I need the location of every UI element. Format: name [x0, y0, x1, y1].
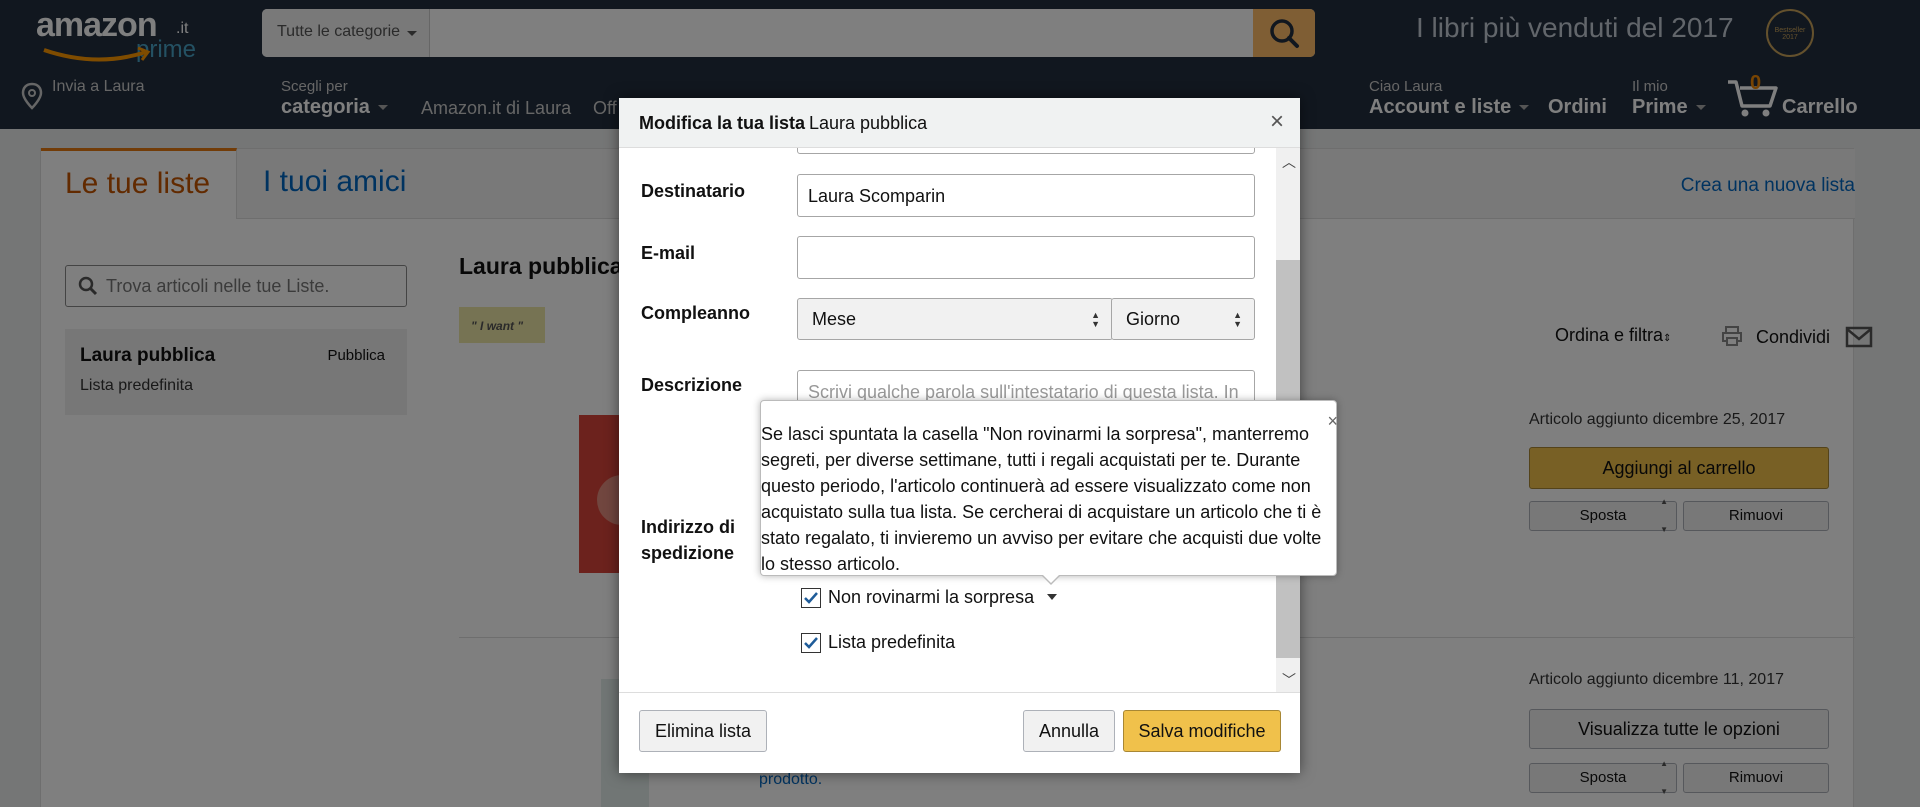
checkmark-icon: [804, 637, 818, 649]
birthday-month-value: Mese: [812, 309, 857, 329]
close-icon[interactable]: ×: [1327, 411, 1338, 432]
recipient-input[interactable]: Laura Scomparin: [797, 174, 1255, 217]
shipping-address-label: Indirizzo di spedizione: [641, 514, 735, 566]
shipping-address-label-line2: spedizione: [641, 543, 735, 563]
default-list-label[interactable]: Lista predefinita: [828, 632, 955, 653]
no-spoil-checkbox[interactable]: [801, 588, 821, 608]
default-list-checkbox[interactable]: [801, 633, 821, 653]
modal-header: Modifica la tua lista Laura pubblica ×: [619, 98, 1300, 148]
chevron-down-icon[interactable]: ﹀: [1282, 670, 1296, 690]
save-changes-button[interactable]: Salva modifiche: [1123, 710, 1281, 752]
no-spoil-label[interactable]: Non rovinarmi la sorpresa: [828, 587, 1034, 608]
checkmark-icon: [804, 592, 818, 604]
updown-icon: ▲▼: [1233, 310, 1242, 329]
no-spoil-info-popover: Se lasci spuntata la casella "Non rovina…: [760, 400, 1338, 585]
popover-pointer: [1041, 574, 1061, 585]
popover-text: Se lasci spuntata la casella "Non rovina…: [761, 424, 1322, 574]
list-name-field[interactable]: [797, 148, 1255, 154]
close-icon[interactable]: ×: [1270, 108, 1284, 136]
birthday-month-select[interactable]: Mese ▲ ▼: [797, 298, 1113, 340]
birthday-day-select[interactable]: Giorno ▲ ▼: [1111, 298, 1255, 340]
email-input[interactable]: [797, 236, 1255, 279]
updown-icon: ▲▼: [1091, 310, 1100, 329]
description-label: Descrizione: [641, 375, 743, 395]
info-caret-icon[interactable]: [1047, 594, 1057, 600]
modal-list-name: Laura pubblica: [809, 113, 928, 133]
modal-footer: Elimina lista Annulla Salva modifiche: [619, 692, 1300, 773]
modal-title: Modifica la tua lista: [639, 113, 806, 133]
birthday-day-value: Giorno: [1126, 309, 1181, 329]
cancel-button[interactable]: Annulla: [1023, 710, 1115, 752]
shipping-address-label-line1: Indirizzo di: [641, 517, 735, 537]
delete-list-button[interactable]: Elimina lista: [639, 710, 767, 752]
birthday-label: Compleanno: [641, 303, 751, 323]
recipient-label: Destinatario: [641, 181, 746, 201]
email-label: E-mail: [641, 243, 696, 263]
chevron-up-icon[interactable]: ︿: [1282, 152, 1296, 172]
